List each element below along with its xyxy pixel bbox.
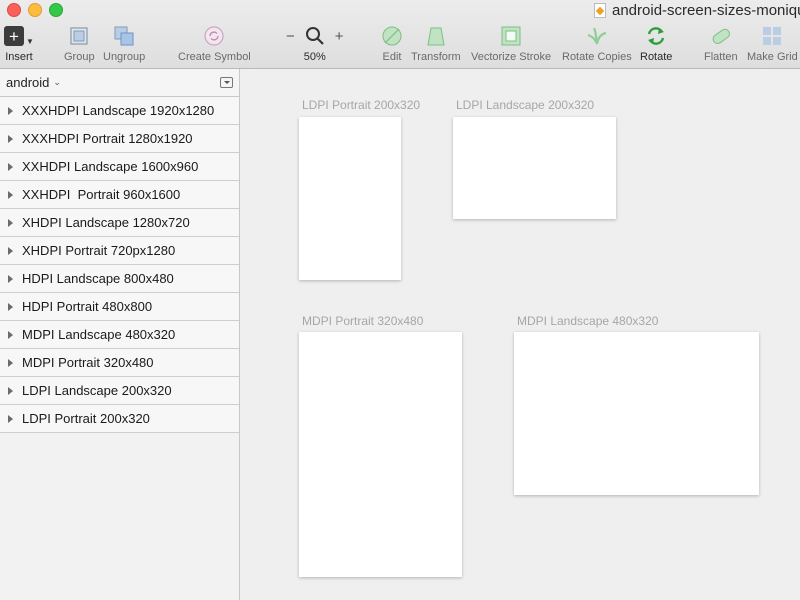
transform-button[interactable]: Transform — [411, 24, 461, 63]
page-header: android ⌄ — [0, 69, 239, 97]
artboard-ldpi-portrait[interactable] — [299, 117, 401, 280]
flatten-icon — [712, 28, 730, 44]
layer-item[interactable]: MDPI Portrait 320x480 — [0, 349, 239, 377]
layer-label: XXXHDPI Landscape 1920x1280 — [22, 103, 215, 118]
grid-icon — [763, 27, 782, 45]
artboard-ldpi-landscape[interactable] — [453, 117, 616, 219]
rotate-copies-icon — [587, 27, 607, 45]
create-symbol-label: Create Symbol — [178, 51, 251, 63]
edit-label: Edit — [382, 51, 402, 63]
symbol-icon — [204, 26, 224, 46]
layer-label: HDPI Portrait 480x800 — [22, 299, 153, 314]
insert-button[interactable]: + ▼ Insert — [4, 24, 34, 63]
make-grid-button[interactable]: Make Grid — [747, 24, 798, 63]
ungroup-button[interactable]: Ungroup — [103, 24, 145, 63]
document-title: android-screen-sizes-moniqu — [612, 1, 800, 19]
layer-label: XXHDPI Portrait 960x1600 — [22, 187, 181, 202]
rotate-button[interactable]: Rotate — [640, 24, 672, 63]
layer-label: HDPI Landscape 800x480 — [22, 271, 174, 286]
artboard-label[interactable]: MDPI Landscape 480x320 — [517, 314, 658, 328]
ungroup-icon — [114, 26, 134, 46]
layer-label: XHDPI Portrait 720px1280 — [22, 243, 176, 258]
layer-label: MDPI Landscape 480x320 — [22, 327, 176, 342]
disclosure-triangle-icon[interactable] — [8, 190, 13, 199]
disclosure-triangle-icon[interactable] — [8, 274, 13, 283]
page-name: android — [6, 75, 50, 90]
edit-button[interactable]: Edit — [380, 24, 404, 63]
disclosure-triangle-icon[interactable] — [8, 358, 13, 367]
create-symbol-button[interactable]: Create Symbol — [178, 24, 251, 63]
flatten-button[interactable]: Flatten — [704, 24, 738, 63]
disclosure-triangle-icon[interactable] — [8, 302, 13, 311]
artboard-label[interactable]: LDPI Portrait 200x320 — [302, 98, 420, 112]
make-grid-label: Make Grid — [747, 51, 798, 63]
magnifier-icon[interactable] — [305, 26, 325, 46]
disclosure-triangle-icon[interactable] — [8, 414, 13, 423]
layer-item[interactable]: XHDPI Portrait 720px1280 — [0, 237, 239, 265]
layer-item[interactable]: XHDPI Landscape 1280x720 — [0, 209, 239, 237]
insert-label: Insert — [5, 51, 33, 63]
zoom-control: − + 50% — [286, 24, 344, 63]
vectorize-stroke-icon — [501, 26, 521, 46]
disclosure-triangle-icon[interactable] — [8, 386, 13, 395]
artboard-mdpi-portrait[interactable] — [299, 332, 462, 577]
layer-item[interactable]: LDPI Landscape 200x320 — [0, 377, 239, 405]
zoom-in-button[interactable]: + — [335, 28, 344, 45]
layers-sidebar: android ⌄ XXXHDPI Landscape 1920x1280 XX… — [0, 69, 240, 600]
plus-icon: + — [4, 26, 24, 46]
layer-item[interactable]: LDPI Portrait 200x320 — [0, 405, 239, 433]
disclosure-triangle-icon[interactable] — [8, 162, 13, 171]
flatten-label: Flatten — [704, 51, 738, 63]
group-icon — [70, 27, 88, 45]
disclosure-triangle-icon[interactable] — [8, 330, 13, 339]
vectorize-stroke-label: Vectorize Stroke — [471, 51, 552, 63]
group-button[interactable]: Group — [64, 24, 95, 63]
layer-item[interactable]: XXXHDPI Landscape 1920x1280 — [0, 97, 239, 125]
layer-label: LDPI Portrait 200x320 — [22, 411, 150, 426]
disclosure-triangle-icon[interactable] — [8, 106, 13, 115]
zoom-window-button[interactable] — [49, 3, 63, 17]
close-window-button[interactable] — [7, 3, 21, 17]
edit-shape-icon — [382, 26, 402, 46]
rotate-copies-label: Rotate Copies — [562, 51, 632, 63]
layer-label: XXHDPI Landscape 1600x960 — [22, 159, 199, 174]
collapse-pages-icon[interactable] — [220, 77, 233, 88]
disclosure-triangle-icon[interactable] — [8, 246, 13, 255]
layer-label: MDPI Portrait 320x480 — [22, 355, 154, 370]
zoom-out-button[interactable]: − — [286, 28, 295, 45]
layer-label: XXXHDPI Portrait 1280x1920 — [22, 131, 193, 146]
layer-item[interactable]: XXHDPI Landscape 1600x960 — [0, 153, 239, 181]
artboard-label[interactable]: MDPI Portrait 320x480 — [302, 314, 423, 328]
page-selector[interactable]: android ⌄ — [6, 75, 61, 90]
window-title: android-screen-sizes-moniqu — [594, 0, 800, 20]
transform-label: Transform — [411, 51, 461, 63]
group-label: Group — [64, 51, 95, 63]
rotate-icon — [648, 27, 665, 45]
caret-down-icon: ▼ — [26, 36, 34, 46]
disclosure-triangle-icon[interactable] — [8, 134, 13, 143]
canvas[interactable]: LDPI Portrait 200x320 LDPI Landscape 200… — [240, 69, 800, 600]
minimize-window-button[interactable] — [28, 3, 42, 17]
window-controls — [7, 3, 63, 17]
zoom-value: 50% — [303, 51, 326, 63]
layer-item[interactable]: XXHDPI Portrait 960x1600 — [0, 181, 239, 209]
rotate-copies-button[interactable]: Rotate Copies — [562, 24, 632, 63]
artboard-label[interactable]: LDPI Landscape 200x320 — [456, 98, 594, 112]
layer-item[interactable]: XXXHDPI Portrait 1280x1920 — [0, 125, 239, 153]
layer-item[interactable]: HDPI Landscape 800x480 — [0, 265, 239, 293]
ungroup-label: Ungroup — [103, 51, 146, 63]
vectorize-stroke-button[interactable]: Vectorize Stroke — [471, 24, 551, 63]
layer-item[interactable]: MDPI Landscape 480x320 — [0, 321, 239, 349]
sketch-document-icon — [594, 2, 606, 18]
disclosure-triangle-icon[interactable] — [8, 218, 13, 227]
rotate-label: Rotate — [640, 51, 673, 63]
layer-item[interactable]: HDPI Portrait 480x800 — [0, 293, 239, 321]
transform-icon — [427, 27, 445, 46]
layer-label: XHDPI Landscape 1280x720 — [22, 215, 190, 230]
artboard-mdpi-landscape[interactable] — [514, 332, 759, 495]
toolbar: android-screen-sizes-moniqu + ▼ Insert G… — [0, 0, 800, 69]
layer-label: LDPI Landscape 200x320 — [22, 383, 172, 398]
chevron-down-icon: ⌄ — [53, 77, 61, 87]
